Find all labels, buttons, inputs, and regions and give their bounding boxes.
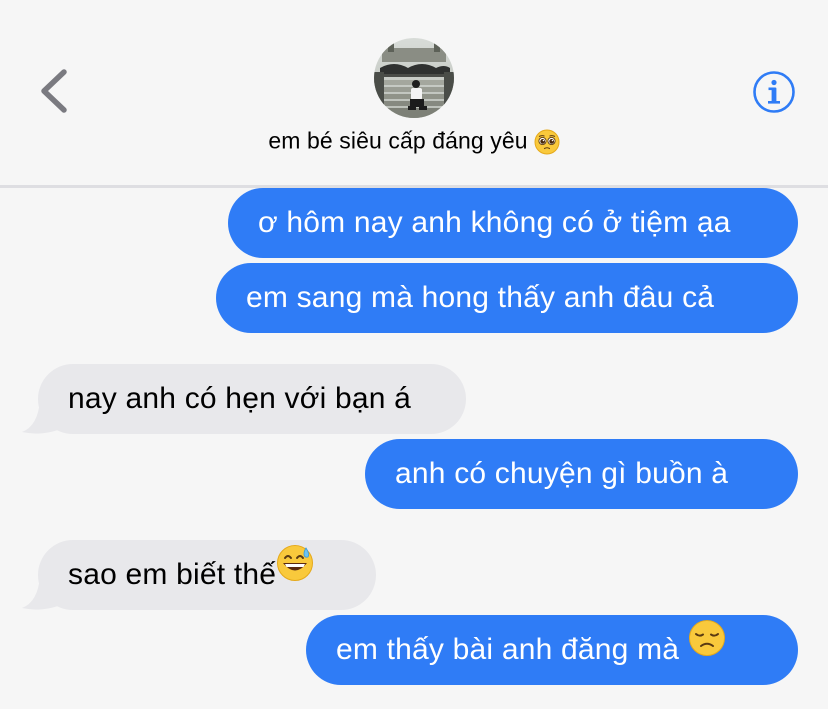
info-button[interactable] (752, 70, 796, 114)
message-text: anh có chuyện gì buồn à (395, 457, 729, 490)
message-text: ơ hôm nay anh không có ở tiệm ạa (258, 206, 731, 239)
message-incoming[interactable]: sao em biết thế (38, 540, 376, 610)
message-outgoing[interactable]: ơ hôm nay anh không có ở tiệm ạa (228, 188, 798, 258)
chevron-left-icon (41, 69, 67, 113)
contact-name[interactable]: em bé siêu cấp đáng yêu (0, 126, 828, 155)
message-outgoing[interactable]: em sang mà hong thấy anh đâu cả (216, 263, 798, 333)
contact-name-text: em bé siêu cấp đáng yêu (268, 127, 528, 154)
contact-avatar[interactable] (374, 38, 454, 118)
message-incoming[interactable]: nay anh có hẹn với bạn á (38, 364, 466, 434)
avatar-photo (374, 38, 454, 118)
info-icon (753, 71, 795, 113)
disappointed-face-emoji (688, 613, 726, 683)
message-text: em thấy bài anh đăng mà (336, 633, 680, 666)
conversation-header: em bé siêu cấp đáng yêu (0, 0, 828, 188)
message-outgoing[interactable]: anh có chuyện gì buồn à (365, 439, 798, 509)
message-text: sao em biết thế (68, 558, 277, 591)
grinning-sweat-emoji (276, 538, 314, 608)
message-outgoing[interactable]: em thấy bài anh đăng mà (306, 615, 798, 685)
message-text: nay anh có hẹn với bạn á (68, 382, 412, 415)
message-text: em sang mà hong thấy anh đâu cả (246, 281, 715, 314)
back-button[interactable] (36, 66, 76, 116)
pleading-face-emoji (534, 127, 560, 155)
